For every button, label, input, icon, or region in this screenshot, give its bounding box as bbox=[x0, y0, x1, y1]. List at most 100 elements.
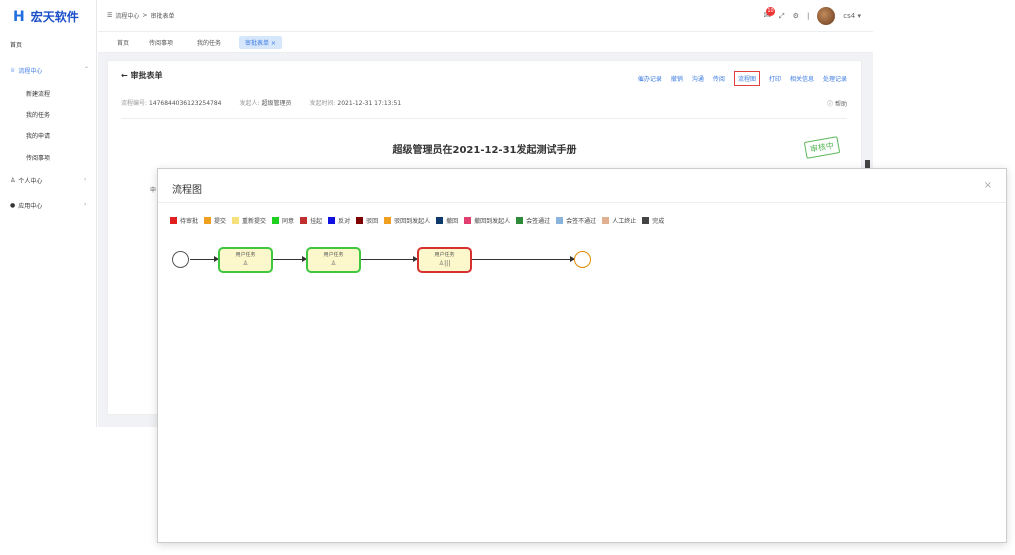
legend-item: 驳回到发起人 bbox=[384, 216, 430, 225]
chevron-right-icon[interactable]: › bbox=[84, 176, 86, 183]
sidebar-item-app-center[interactable]: ● 应用中心 bbox=[10, 201, 42, 210]
initiator-value: 超级管理员 bbox=[261, 100, 292, 107]
tab-home[interactable]: 首页 bbox=[117, 38, 129, 47]
legend-item: 重新提交 bbox=[232, 216, 266, 225]
legend-label: 撤回 bbox=[446, 218, 459, 225]
notification-icon[interactable]: ✉ 10 bbox=[764, 7, 776, 21]
flow-number-label: 流程编号: bbox=[121, 100, 148, 107]
legend-item: 反对 bbox=[328, 216, 350, 225]
sidebar-item-process-center[interactable]: ♕ 流程中心 bbox=[10, 66, 42, 75]
user-task-1[interactable]: 用户任务 ♙ bbox=[218, 247, 273, 273]
legend-item: 提交 bbox=[204, 216, 226, 225]
close-icon[interactable]: × bbox=[984, 180, 992, 191]
sidebar-item-label: 新建流程 bbox=[26, 91, 51, 98]
legend-item: 撤回到发起人 bbox=[464, 216, 510, 225]
print-button[interactable]: 打印 bbox=[769, 74, 781, 83]
flowchart-button[interactable]: 流程图 bbox=[733, 71, 760, 86]
legend-swatch bbox=[642, 217, 650, 224]
legend-item: 待审批 bbox=[170, 216, 198, 225]
flow-number: 流程编号: 1476844036123254784 bbox=[121, 98, 221, 107]
sidebar-item-home[interactable]: 首页 bbox=[10, 40, 22, 49]
help-link[interactable]: ⓘ 帮助 bbox=[827, 99, 847, 108]
user-menu[interactable]: cs4 ▾ bbox=[843, 12, 861, 20]
flow-number-value: 1476844036123254784 bbox=[148, 100, 222, 107]
sidebar-item-label: 我的申请 bbox=[26, 133, 51, 140]
settings-icon[interactable]: ⚙ bbox=[793, 12, 799, 20]
sidebar-item-new-process[interactable]: 新建流程 bbox=[26, 89, 50, 98]
tab-my-tasks[interactable]: 我的任务 bbox=[197, 38, 221, 47]
user-icon: ♙ bbox=[10, 177, 16, 184]
back-title[interactable]: ← 审批表单 bbox=[121, 70, 163, 81]
dialog-title: 流程图 bbox=[172, 185, 202, 196]
legend-swatch bbox=[602, 217, 610, 224]
start-event[interactable] bbox=[172, 251, 189, 268]
legend-item: 人工终止 bbox=[602, 216, 636, 225]
user-task-2[interactable]: 用户任务 ♙ bbox=[306, 247, 361, 273]
sidebar-item-label: 传阅事项 bbox=[26, 155, 51, 162]
legend-label: 重新提交 bbox=[242, 218, 267, 225]
legend-label: 会签通过 bbox=[526, 218, 551, 225]
tab-circulate[interactable]: 传阅事项 bbox=[149, 38, 173, 47]
legend-item: 会签不通过 bbox=[556, 216, 596, 225]
start-time-value: 2021-12-31 17:13:51 bbox=[337, 100, 402, 107]
circulate-button[interactable]: 传阅 bbox=[713, 74, 725, 83]
sidebar-item-label: 个人中心 bbox=[18, 178, 43, 185]
app-icon: ● bbox=[10, 202, 16, 209]
status-legend: 待审批 提交 重新提交 同意 挂起 反对 驳回 驳回到发起人 撤回 撤回到发起人… bbox=[170, 216, 664, 225]
logo-mark-icon: H bbox=[13, 8, 25, 25]
urge-record-button[interactable]: 催办记录 bbox=[638, 74, 662, 83]
legend-label: 提交 bbox=[214, 218, 227, 225]
toolbar-divider: | bbox=[806, 12, 810, 20]
breadcrumb-root[interactable]: 流程中心 bbox=[115, 11, 139, 20]
end-event[interactable] bbox=[574, 251, 591, 268]
tab-approval-form[interactable]: 审批表单 × bbox=[239, 36, 282, 49]
flow-arrow bbox=[472, 256, 575, 262]
sidebar-item-personal-center[interactable]: ♙ 个人中心 bbox=[10, 176, 42, 185]
handle-record-button[interactable]: 处理记录 bbox=[823, 74, 847, 83]
sidebar-item-circulate[interactable]: 传阅事项 bbox=[26, 153, 50, 162]
user-icon: ♙ bbox=[330, 260, 337, 267]
brand-name: 宏天软件 bbox=[30, 10, 79, 24]
task-label: 用户任务 bbox=[323, 252, 344, 258]
communicate-button[interactable]: 沟通 bbox=[692, 74, 704, 83]
initiator: 发起人: 超级管理员 bbox=[239, 98, 291, 107]
form-field-label: 申 bbox=[150, 187, 157, 194]
menu-toggle-icon[interactable]: ☰ bbox=[107, 12, 112, 19]
sidebar-item-my-tasks[interactable]: 我的任务 bbox=[26, 110, 50, 119]
sidebar: H 宏天软件 首页 ♕ 流程中心 ⌃ 新建流程 我的任务 我的申请 传阅事项 ♙… bbox=[0, 0, 97, 427]
sidebar-item-my-requests[interactable]: 我的申请 bbox=[26, 131, 50, 140]
legend-label: 完成 bbox=[652, 218, 665, 225]
legend-label: 会签不通过 bbox=[566, 218, 597, 225]
flow-arrow bbox=[273, 256, 307, 262]
related-info-button[interactable]: 相关信息 bbox=[790, 74, 814, 83]
legend-item: 撤回 bbox=[436, 216, 458, 225]
start-time: 发起时间: 2021-12-31 17:13:51 bbox=[309, 98, 401, 107]
chevron-right-icon[interactable]: › bbox=[84, 201, 86, 208]
divider bbox=[121, 118, 847, 119]
chevron-up-icon[interactable]: ⌃ bbox=[84, 66, 89, 73]
revoke-button[interactable]: 撤销 bbox=[671, 74, 683, 83]
user-icon: ♙ bbox=[242, 260, 249, 267]
breadcrumb-current: 审批表单 bbox=[150, 13, 175, 20]
sidebar-item-label: 首页 bbox=[10, 42, 23, 49]
brand-logo[interactable]: H 宏天软件 bbox=[13, 8, 79, 25]
legend-swatch bbox=[556, 217, 564, 224]
fullscreen-icon[interactable]: ⤢ bbox=[779, 12, 785, 21]
legend-swatch bbox=[300, 217, 308, 224]
legend-swatch bbox=[204, 217, 212, 224]
legend-item: 会签通过 bbox=[516, 216, 550, 225]
sidebar-item-label: 应用中心 bbox=[18, 203, 43, 210]
notification-badge: 10 bbox=[766, 7, 776, 16]
legend-label: 驳回到发起人 bbox=[394, 218, 431, 225]
task-label: 用户任务 bbox=[434, 252, 455, 258]
help-icon: ⓘ bbox=[827, 101, 834, 108]
user-task-3[interactable]: 用户任务 ♙||| bbox=[417, 247, 472, 273]
legend-swatch bbox=[328, 217, 336, 224]
avatar[interactable] bbox=[817, 7, 836, 25]
process-icon: ♕ bbox=[10, 67, 16, 74]
tab-bar: 首页 传阅事项 我的任务 审批表单 × bbox=[98, 33, 873, 53]
divider bbox=[158, 202, 1006, 203]
start-time-label: 发起时间: bbox=[309, 100, 336, 107]
legend-swatch bbox=[436, 217, 444, 224]
breadcrumb-separator: > bbox=[142, 12, 148, 19]
